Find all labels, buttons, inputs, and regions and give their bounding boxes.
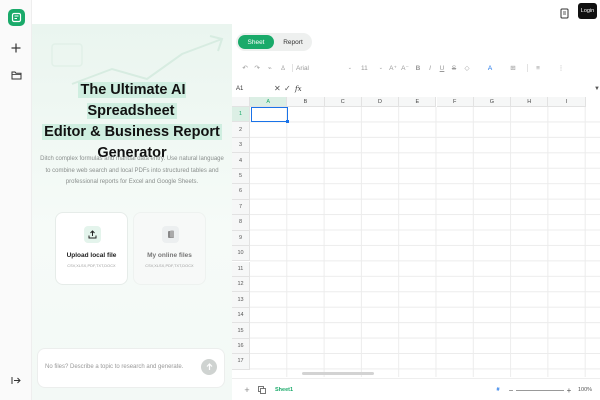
column-header[interactable]: H <box>511 97 549 107</box>
file-icon <box>162 226 179 243</box>
login-button[interactable]: Login <box>578 3 597 19</box>
font-size-value: 11 <box>361 64 368 72</box>
row-header[interactable]: 10 <box>232 246 250 262</box>
plus-icon[interactable] <box>8 40 24 56</box>
row-header[interactable]: 6 <box>232 184 250 200</box>
strikethrough-icon[interactable]: S <box>450 62 458 74</box>
italic-icon[interactable]: I <box>426 62 434 74</box>
expand-formula-icon[interactable]: ▼ <box>594 86 600 92</box>
row-header[interactable]: 17 <box>232 354 250 370</box>
fill-color-icon[interactable]: ◇ <box>461 62 473 74</box>
send-button[interactable] <box>201 359 217 375</box>
row-header[interactable]: 5 <box>232 168 250 185</box>
chevron-down-icon: ⌄ <box>378 65 383 71</box>
font-family-value: Arial <box>296 64 310 72</box>
bold-icon[interactable]: B <box>414 62 422 74</box>
cell-reference[interactable]: A1 <box>236 86 243 92</box>
zoom-slider[interactable] <box>516 390 564 391</box>
row-header[interactable]: 9 <box>232 230 250 247</box>
column-header[interactable]: I <box>548 97 586 107</box>
row-header[interactable]: 16 <box>232 338 250 355</box>
row-header[interactable]: 14 <box>232 307 250 324</box>
add-sheet-icon[interactable]: + <box>242 385 252 395</box>
row-header[interactable]: 12 <box>232 276 250 293</box>
row-header[interactable]: 8 <box>232 215 250 231</box>
format-toolbar: ↶ ↷ ⌁ ♙ Arial ⌄ 11 ⌄ A⁺ A⁻ B I U S ◇ A ⊞… <box>232 60 600 76</box>
online-card-title: My online files <box>147 252 192 259</box>
upload-local-file-card[interactable]: Upload local file CSV,XLSX,PDF,TXT,DOCX <box>55 212 128 285</box>
column-header[interactable]: G <box>473 97 512 107</box>
redo-icon[interactable]: ↷ <box>252 62 262 74</box>
row-header[interactable]: 11 <box>232 261 250 277</box>
arrow-up-icon <box>206 363 212 370</box>
font-size-select[interactable]: 11 ⌄ <box>361 62 383 74</box>
decrease-font-icon[interactable]: A⁻ <box>400 62 410 74</box>
row-header[interactable]: 15 <box>232 323 250 339</box>
document-icon[interactable] <box>560 6 570 19</box>
column-header[interactable]: C <box>324 97 362 107</box>
cell-area[interactable] <box>250 107 600 377</box>
column-header[interactable]: D <box>361 97 400 107</box>
more-options-icon[interactable]: ⋮ <box>558 62 565 74</box>
select-all-corner[interactable] <box>232 97 250 107</box>
row-header[interactable]: 2 <box>232 122 250 138</box>
grid-toggle-icon[interactable]: # <box>494 385 502 395</box>
toolbar-divider <box>527 64 528 72</box>
tab-report[interactable]: Report <box>276 35 310 49</box>
column-header[interactable]: B <box>287 97 325 107</box>
column-header[interactable]: A <box>250 97 288 107</box>
upload-icon <box>84 226 101 243</box>
hero-title-line2: Editor & Business Report <box>42 124 222 140</box>
folder-icon[interactable] <box>8 67 24 83</box>
underline-icon[interactable]: U <box>438 62 446 74</box>
expand-sidebar-icon[interactable] <box>8 372 24 388</box>
upload-card-formats: CSV,XLSX,PDF,TXT,DOCX <box>67 264 116 268</box>
sheet-list-icon[interactable] <box>257 385 267 395</box>
online-card-formats: CSV,XLSX,PDF,TXT,DOCX <box>145 264 194 268</box>
font-family-select[interactable]: Arial ⌄ <box>296 62 352 74</box>
paint-format-icon[interactable]: ⌁ <box>265 62 275 74</box>
hero-title-line1: The Ultimate AI Spreadsheet <box>78 82 186 119</box>
tab-sheet[interactable]: Sheet <box>238 35 274 49</box>
increase-font-icon[interactable]: A⁺ <box>388 62 398 74</box>
sheet-tab-sheet1[interactable]: Sheet1 <box>272 384 296 396</box>
hero-description: Ditch complex formulas and manual data e… <box>40 156 224 185</box>
column-header[interactable]: E <box>399 97 437 107</box>
zoom-out-icon[interactable]: − <box>507 385 515 395</box>
zoom-level: 100% <box>577 387 593 393</box>
my-online-files-card[interactable]: My online files CSV,XLSX,PDF,TXT,DOCX <box>133 212 206 285</box>
app-logo-icon[interactable] <box>8 9 25 26</box>
text-color-icon[interactable]: A <box>484 62 496 74</box>
horizontal-scrollbar[interactable] <box>302 372 374 375</box>
bottom-bar: + Sheet1 # − + 100% <box>232 378 600 400</box>
row-header[interactable]: 3 <box>232 137 250 154</box>
view-tabs: Sheet Report <box>236 33 312 51</box>
column-header[interactable]: F <box>436 97 474 107</box>
undo-icon[interactable]: ↶ <box>240 62 250 74</box>
row-header[interactable]: 13 <box>232 292 250 308</box>
align-icon[interactable]: ≡ <box>532 62 544 74</box>
zoom-in-icon[interactable]: + <box>565 385 573 395</box>
upload-card-title: Upload local file <box>66 252 117 259</box>
chevron-down-icon: ⌄ <box>347 65 352 71</box>
spreadsheet-panel: Sheet Report ↶ ↷ ⌁ ♙ Arial ⌄ 11 ⌄ A⁺ A⁻ … <box>232 24 600 400</box>
row-header[interactable]: 4 <box>232 153 250 169</box>
clear-format-icon[interactable]: ♙ <box>278 62 288 74</box>
prompt-input[interactable]: No files? Describe a topic to research a… <box>37 348 225 388</box>
toolbar-divider <box>292 64 293 72</box>
top-bar: Login <box>32 0 600 24</box>
confirm-formula-icon[interactable]: ✓ <box>284 84 291 93</box>
hero-panel: The Ultimate AI Spreadsheet Editor & Bus… <box>32 24 232 400</box>
spreadsheet-grid[interactable]: ABCDEFGHI 1 2 3 4 5 6 7 8 9 10 11 12 13 14 15 16 17 <box>232 97 600 377</box>
row-header[interactable]: 1 <box>232 107 250 123</box>
prompt-placeholder: No files? Describe a topic to research a… <box>45 364 184 370</box>
selected-cell[interactable] <box>251 107 289 123</box>
cancel-formula-icon[interactable]: ✕ <box>274 84 281 93</box>
row-header[interactable]: 7 <box>232 199 250 216</box>
hero-title: The Ultimate AI Spreadsheet Editor & Bus… <box>38 80 226 164</box>
left-rail <box>0 0 32 400</box>
fx-label: fx <box>295 85 302 93</box>
borders-icon[interactable]: ⊞ <box>507 62 519 74</box>
formula-bar: A1 ✕ ✓ fx ▼ <box>232 82 600 97</box>
